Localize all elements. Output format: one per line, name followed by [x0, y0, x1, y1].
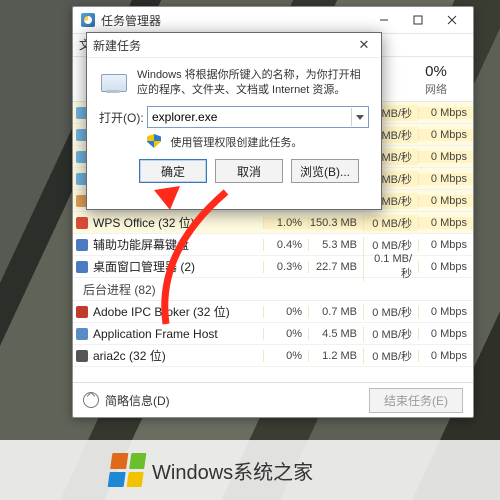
table-row[interactable]: Adobe IPC Broker (32 位)0%0.7 MB0 MB/秒0 M…	[73, 301, 473, 323]
footer: 简略信息(D) 结束任务(E)	[73, 382, 473, 417]
process-name: 辅助功能屏幕键盘	[91, 236, 263, 253]
process-icon	[73, 217, 91, 229]
process-icon	[73, 306, 91, 318]
window-title: 任务管理器	[101, 12, 367, 29]
watermark-suffix: 系统之家	[233, 462, 313, 484]
chevron-down-icon	[356, 115, 364, 120]
net-cell: 0 Mbps	[418, 195, 473, 207]
run-icon	[99, 68, 129, 98]
process-icon	[73, 239, 91, 251]
minimize-button[interactable]	[367, 9, 401, 31]
titlebar[interactable]: 任务管理器	[73, 7, 473, 34]
cpu-cell: 0%	[263, 350, 308, 362]
chevron-up-icon	[83, 392, 99, 408]
maximize-button[interactable]	[401, 9, 435, 31]
process-icon	[73, 328, 91, 340]
close-button[interactable]	[435, 9, 469, 31]
table-row[interactable]: Application Frame Host0%4.5 MB0 MB/秒0 Mb…	[73, 323, 473, 345]
dialog-message: Windows 将根据你所键入的名称，为你打开相应的程序、文件夹、文档或 Int…	[137, 68, 369, 98]
process-icon	[73, 261, 91, 273]
cpu-cell: 0%	[263, 328, 308, 340]
cancel-button[interactable]: 取消	[215, 159, 283, 183]
bg-section-header[interactable]: 后台进程 (82)	[73, 278, 473, 301]
dialog-title: 新建任务	[93, 37, 141, 54]
watermark: Windows系统之家	[0, 440, 500, 500]
process-name: WPS Office (32 位)	[91, 214, 263, 231]
net-cell: 0 Mbps	[418, 107, 473, 119]
desktop-wallpaper: 任务管理器 文件(F) 选项(O) 查看(V) 68%内存 0%磁盘 0%网络 …	[0, 0, 500, 500]
table-row[interactable]: 桌面窗口管理器 (2)0.3%22.7 MB0.1 MB/秒0 Mbps	[73, 256, 473, 278]
open-input[interactable]	[148, 108, 351, 126]
net-cell: 0 Mbps	[418, 261, 473, 273]
mem-cell: 5.3 MB	[308, 239, 363, 251]
cpu-cell: 0.4%	[263, 239, 308, 251]
dialog-titlebar[interactable]: 新建任务 ✕	[87, 33, 381, 58]
disk-cell: 0 MB/秒	[363, 215, 418, 231]
process-name: Application Frame Host	[91, 327, 263, 341]
end-task-button[interactable]: 结束任务(E)	[369, 388, 463, 413]
mem-cell: 22.7 MB	[308, 261, 363, 273]
open-label: 打开(O):	[99, 109, 147, 126]
net-cell: 0 Mbps	[418, 217, 473, 229]
process-name: aria2c (32 位)	[91, 347, 263, 364]
cpu-cell: 1.0%	[263, 217, 308, 229]
disk-cell: 0 MB/秒	[363, 304, 418, 320]
table-row[interactable]: aria2c (32 位)0%1.2 MB0 MB/秒0 Mbps	[73, 345, 473, 367]
disk-cell: 0 MB/秒	[363, 237, 418, 253]
net-cell: 0 Mbps	[418, 328, 473, 340]
disk-cell: 0 MB/秒	[363, 326, 418, 342]
net-cell: 0 Mbps	[418, 350, 473, 362]
fewer-details-button[interactable]: 简略信息(D)	[83, 392, 170, 409]
dialog-close-button[interactable]: ✕	[353, 37, 375, 53]
mem-cell: 4.5 MB	[308, 328, 363, 340]
process-name: 桌面窗口管理器 (2)	[91, 258, 263, 275]
disk-cell: 0 MB/秒	[363, 348, 418, 364]
cpu-cell: 0%	[263, 306, 308, 318]
dropdown-button[interactable]	[351, 108, 368, 126]
mem-cell: 150.3 MB	[308, 217, 363, 229]
table-row[interactable]: WPS Office (32 位)1.0%150.3 MB0 MB/秒0 Mbp…	[73, 212, 473, 234]
windows-logo-icon	[108, 453, 147, 487]
browse-button[interactable]: 浏览(B)...	[291, 159, 359, 183]
taskmgr-icon	[81, 13, 95, 27]
net-cell: 0 Mbps	[418, 306, 473, 318]
stat-net-label: 网络	[415, 81, 457, 97]
admin-label: 使用管理权限创建此任务。	[170, 134, 302, 150]
open-combobox[interactable]	[147, 106, 369, 128]
watermark-brand: Windows	[152, 462, 233, 484]
ok-button[interactable]: 确定	[139, 159, 207, 183]
net-cell: 0 Mbps	[418, 151, 473, 163]
net-cell: 0 Mbps	[418, 173, 473, 185]
disk-cell: 0.1 MB/秒	[363, 253, 418, 281]
net-cell: 0 Mbps	[418, 239, 473, 251]
process-name: Adobe IPC Broker (32 位)	[91, 303, 263, 320]
mem-cell: 1.2 MB	[308, 350, 363, 362]
stat-net-value: 0%	[415, 63, 457, 80]
process-icon	[73, 350, 91, 362]
run-dialog: 新建任务 ✕ Windows 将根据你所键入的名称，为你打开相应的程序、文件夹、…	[86, 32, 382, 210]
shield-icon	[147, 134, 161, 148]
mem-cell: 0.7 MB	[308, 306, 363, 318]
net-cell: 0 Mbps	[418, 129, 473, 141]
cpu-cell: 0.3%	[263, 261, 308, 273]
